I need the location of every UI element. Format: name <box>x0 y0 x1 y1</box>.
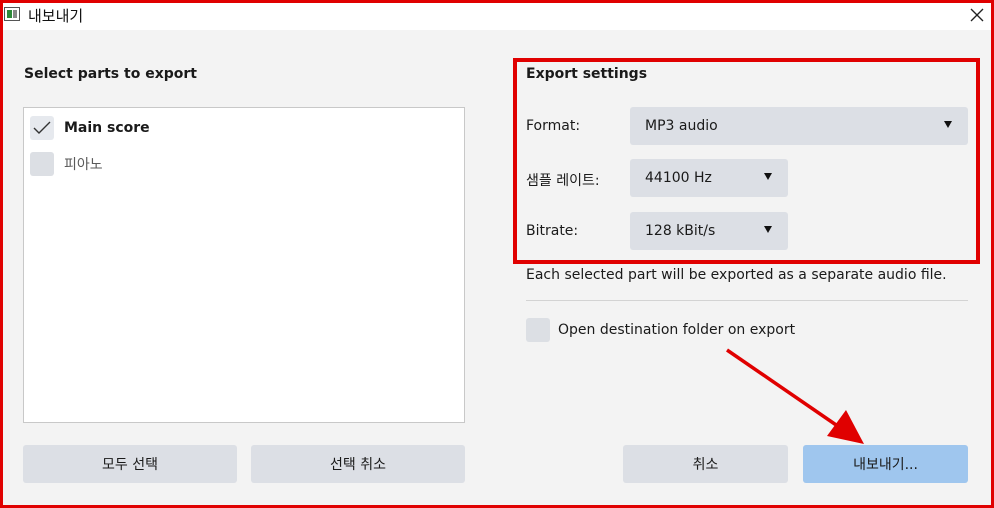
list-item-piano[interactable]: 피아노 <box>30 151 103 177</box>
format-dropdown[interactable]: MP3 audio <box>630 107 968 145</box>
bitrate-dropdown[interactable]: 128 kBit/s <box>630 212 788 250</box>
bitrate-value: 128 kBit/s <box>645 223 716 239</box>
dropdown-arrow-icon <box>944 121 952 128</box>
bitrate-label: Bitrate: <box>526 223 579 239</box>
open-folder-label: Open destination folder on export <box>558 322 796 338</box>
dropdown-arrow-icon <box>764 173 772 180</box>
main-score-checkbox[interactable] <box>30 116 54 140</box>
format-label: Format: <box>526 118 581 134</box>
piano-checkbox[interactable] <box>30 152 54 176</box>
export-info-text: Each selected part will be exported as a… <box>526 267 947 283</box>
sample-rate-value: 44100 Hz <box>645 170 712 186</box>
close-icon <box>970 8 984 22</box>
close-button[interactable] <box>964 2 990 28</box>
sample-rate-dropdown[interactable]: 44100 Hz <box>630 159 788 197</box>
checkmark-icon <box>33 121 51 134</box>
piano-label: 피아노 <box>64 157 103 173</box>
export-settings-title: Export settings <box>526 66 648 82</box>
title-bar: 내보내기 <box>0 0 994 30</box>
open-folder-checkbox[interactable] <box>526 318 550 342</box>
sample-rate-label: 샘플 레이트: <box>526 173 600 189</box>
window-title: 내보내기 <box>28 7 84 25</box>
cancel-button[interactable]: 취소 <box>623 445 788 483</box>
select-all-button[interactable]: 모두 선택 <box>23 445 237 483</box>
parts-section-title: Select parts to export <box>24 66 197 82</box>
open-folder-option[interactable]: Open destination folder on export <box>526 317 795 343</box>
export-button[interactable]: 내보내기... <box>803 445 968 483</box>
main-score-label: Main score <box>64 120 150 136</box>
parts-list[interactable]: Main score 피아노 <box>23 107 465 423</box>
app-window-icon <box>4 7 20 21</box>
format-value: MP3 audio <box>645 118 718 134</box>
list-item-main-score[interactable]: Main score <box>30 115 150 141</box>
divider <box>526 300 968 301</box>
dropdown-arrow-icon <box>764 226 772 233</box>
deselect-all-button[interactable]: 선택 취소 <box>251 445 465 483</box>
